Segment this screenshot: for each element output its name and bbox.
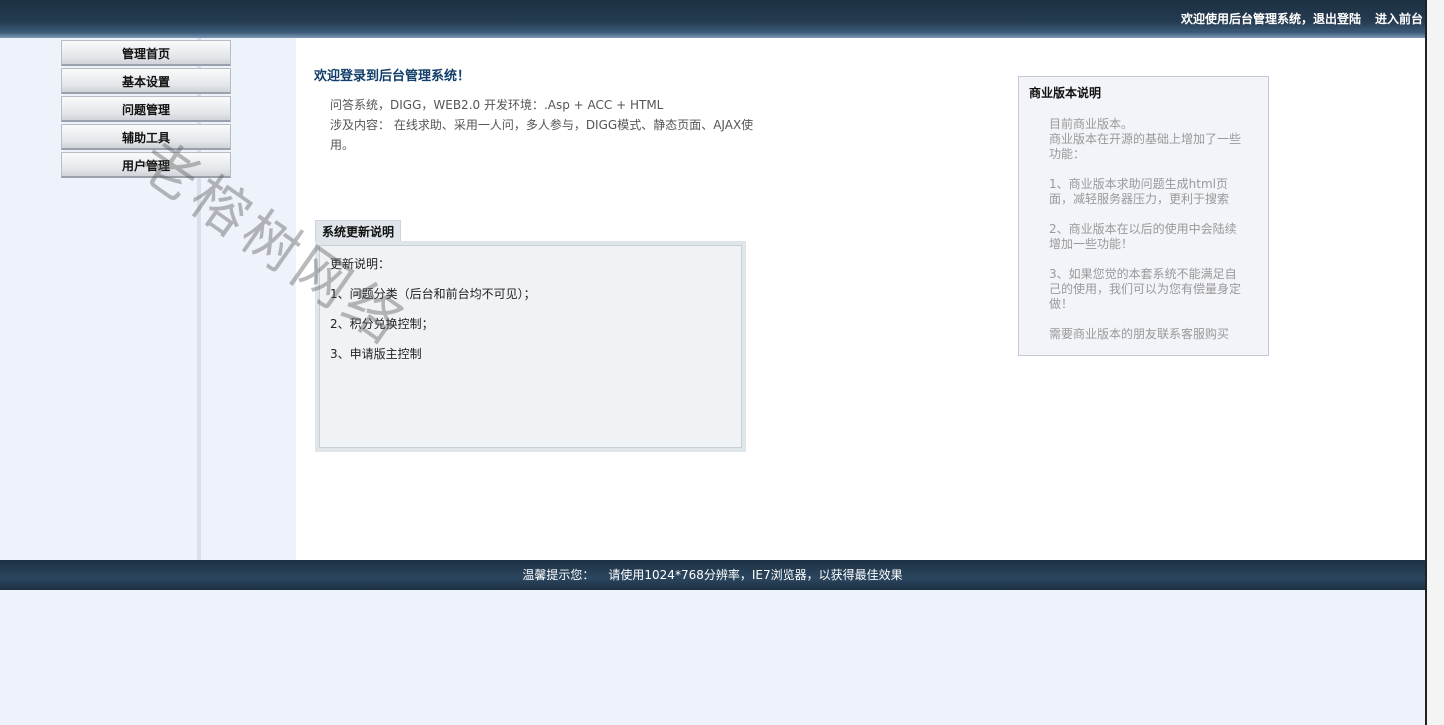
top-bar: 欢迎使用后台管理系统，退出登陆 进入前台: [0, 0, 1425, 38]
commercial-version-panel: 商业版本说明 目前商业版本。 商业版本在开源的基础上增加了一些功能： 1、商业版…: [1018, 76, 1269, 356]
intro-text: 问答系统，DIGG，WEB2.0 开发环境：.Asp + ACC + HTML …: [330, 95, 760, 155]
commercial-paragraph-5: 需要商业版本的朋友联系客服购买: [1049, 327, 1230, 341]
commercial-panel-body: 目前商业版本。 商业版本在开源的基础上增加了一些功能： 1、商业版本求助问题生成…: [1049, 117, 1245, 357]
update-heading: 更新说明：: [330, 257, 391, 271]
intro-line-1: 问答系统，DIGG，WEB2.0 开发环境：.Asp + ACC + HTML: [330, 98, 664, 112]
commercial-paragraph-3: 2、商业版本在以后的使用中会陆续增加一些功能！: [1049, 222, 1237, 251]
commercial-paragraph-1: 目前商业版本。 商业版本在开源的基础上增加了一些功能：: [1049, 117, 1242, 161]
logout-link[interactable]: 退出登陆: [1313, 12, 1361, 26]
welcome-text: 欢迎使用后台管理系统，: [1180, 12, 1313, 26]
sidebar-item-home[interactable]: 管理首页: [61, 40, 231, 66]
update-item-3: 3、申请版主控制: [330, 347, 422, 361]
enter-front-link[interactable]: 进入前台: [1375, 12, 1423, 26]
commercial-panel-title: 商业版本说明: [1029, 86, 1102, 100]
footer-bar: 温馨提示您： 请使用1024*768分辨率，IE7浏览器，以获得最佳效果: [0, 560, 1425, 590]
footer-text: 请使用1024*768分辨率，IE7浏览器，以获得最佳效果: [608, 568, 903, 582]
header-links: 欢迎使用后台管理系统，退出登陆 进入前台: [1181, 10, 1423, 27]
page-title: 欢迎登录到后台管理系统！: [314, 69, 471, 84]
footer-label: 温馨提示您：: [522, 568, 595, 582]
sidebar-item-basic-settings[interactable]: 基本设置: [61, 68, 231, 94]
intro-line-2: 涉及内容： 在线求助、采用一人问，多人参与，DIGG模式、静态页面、AJAX使用…: [330, 118, 754, 152]
commercial-paragraph-2: 1、商业版本求助问题生成html页面，减轻服务器压力，更利于搜索: [1049, 177, 1230, 206]
vertical-scrollbar[interactable]: [1425, 0, 1444, 725]
main-content: 欢迎登录到后台管理系统！ 问答系统，DIGG，WEB2.0 开发环境：.Asp …: [296, 38, 1425, 560]
commercial-paragraph-4: 3、如果您觉的本套系统不能满足自己的使用，我们可以为您有偿量身定做！: [1049, 267, 1242, 311]
sidebar-item-question-management[interactable]: 问题管理: [61, 96, 231, 122]
